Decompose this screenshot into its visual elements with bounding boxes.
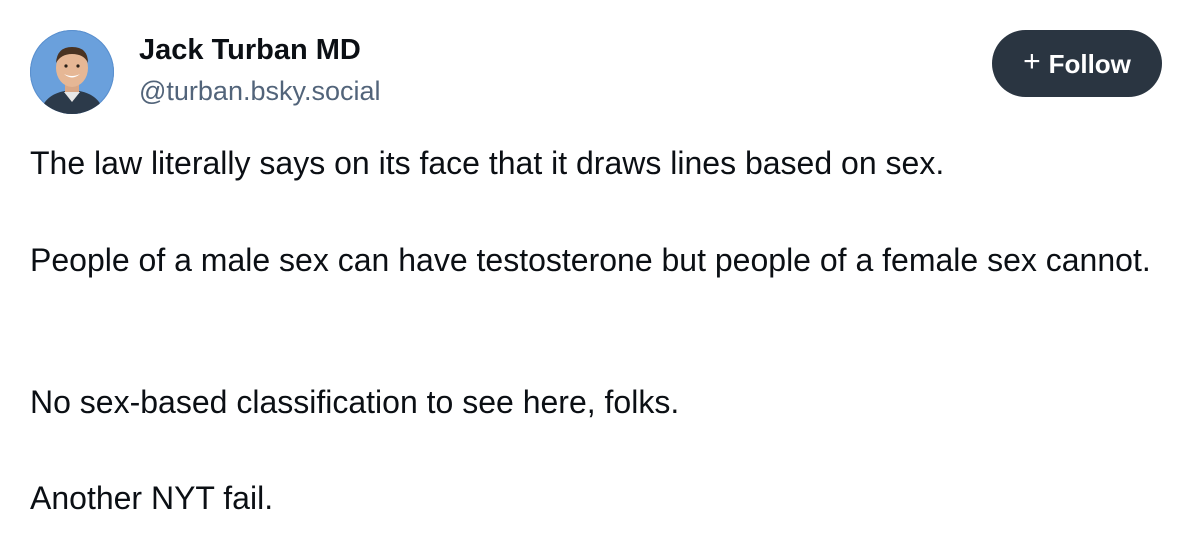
plus-icon: + — [1023, 45, 1041, 78]
author-handle[interactable]: @turban.bsky.social — [139, 76, 381, 107]
avatar-photo-icon — [30, 30, 114, 114]
post-text-paragraph: No sex-based classification to see here,… — [30, 384, 680, 420]
post-text-paragraph: The law literally says on its face that … — [30, 145, 945, 181]
post-text-paragraph: People of a male sex can have testostero… — [30, 242, 1151, 278]
author-display-name[interactable]: Jack Turban MD — [139, 34, 361, 67]
avatar[interactable] — [30, 30, 114, 114]
follow-button[interactable]: + Follow — [992, 30, 1162, 97]
follow-button-label: Follow — [1048, 48, 1131, 79]
post-text-paragraph: Another NYT fail. — [30, 480, 274, 516]
post-card: Jack Turban MD @turban.bsky.social + Fol… — [0, 0, 1192, 546]
